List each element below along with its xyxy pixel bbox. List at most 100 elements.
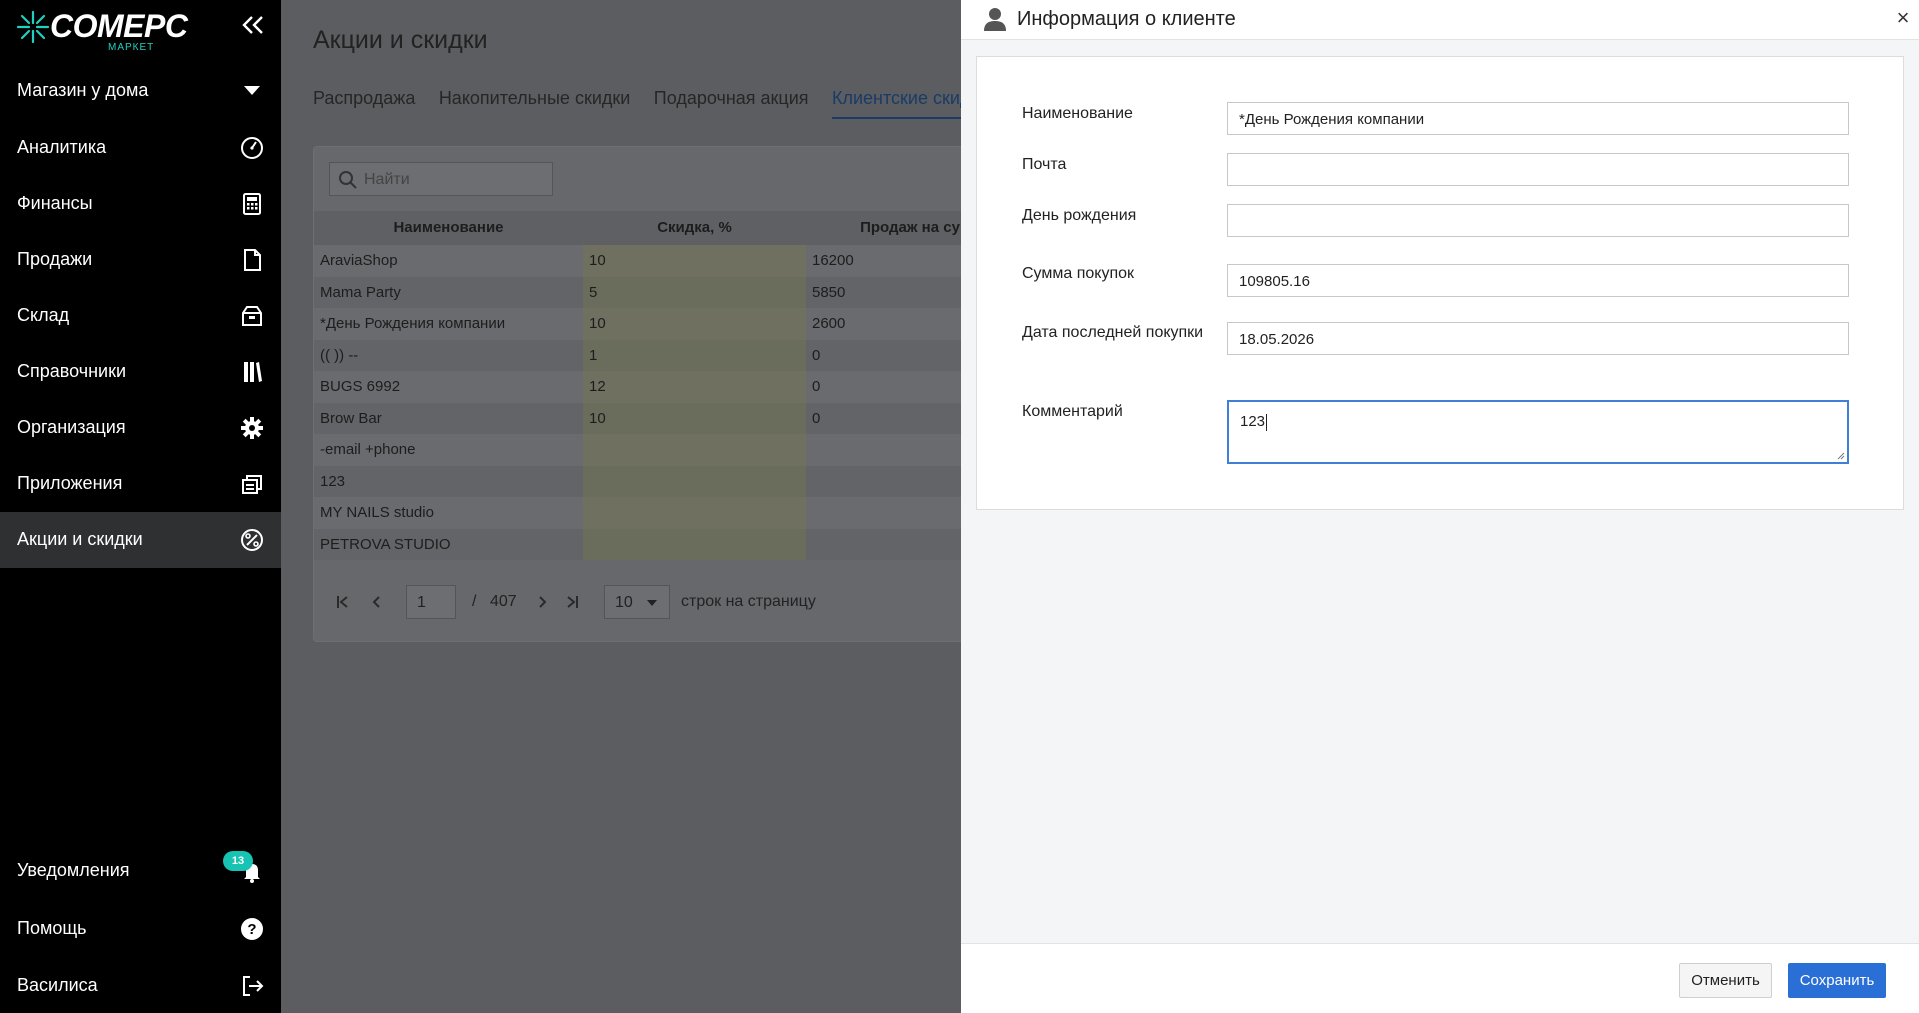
tabs: Распродажа Накопительные скидки Подарочн… — [313, 88, 1007, 119]
search-placeholder: Найти — [364, 171, 410, 188]
table-row[interactable]: Brow Bar 10 0 — [314, 402, 1014, 434]
sidebar-item-warehouse[interactable]: Склад — [0, 288, 281, 344]
search-icon — [339, 171, 357, 189]
rows-per-page-label: строк на страницу — [681, 593, 816, 610]
name-label: Наименование — [1022, 105, 1133, 122]
logout-icon — [243, 976, 264, 996]
text-cursor — [1266, 413, 1268, 431]
save-button[interactable]: Сохранить — [1788, 963, 1886, 998]
sidebar-item-promotions[interactable]: Акции и скидки — [0, 512, 281, 568]
close-icon[interactable]: × — [1893, 5, 1913, 31]
sidebar-item-user[interactable]: Василиса — [0, 958, 281, 1013]
comment-textarea[interactable]: 123 — [1227, 400, 1849, 464]
resize-grip-icon[interactable] — [1837, 452, 1845, 460]
column-header-name[interactable]: Наименование — [314, 219, 583, 236]
table-row[interactable]: MY NAILS studio — [314, 497, 1014, 529]
cell-sales: 16200 — [812, 252, 854, 269]
svg-text:?: ? — [247, 921, 256, 938]
cell-name: 123 — [320, 472, 346, 490]
table-row[interactable]: -email +phone — [314, 434, 1014, 466]
cell-discount[interactable]: 10 — [589, 410, 606, 427]
cell-sales: 5850 — [812, 283, 846, 301]
page-separator: / — [472, 593, 477, 610]
sidebar-item-apps[interactable]: Приложения — [0, 456, 281, 512]
modal-header: Информация о клиенте × — [961, 0, 1919, 40]
cell-sales: 0 — [812, 378, 821, 395]
cell-name: -email +phone — [320, 441, 416, 458]
prev-page-icon[interactable] — [370, 595, 384, 609]
discounts-panel: Найти Наименование Скидка, % Продаж на с… — [313, 146, 1014, 642]
cell-name: *День Рождения компании — [320, 315, 506, 332]
sidebar-item-sales[interactable]: Продажи — [0, 232, 281, 288]
search-input[interactable]: Найти — [329, 162, 553, 196]
sidebar-item-label: Помощь — [17, 918, 87, 938]
sidebar-item-organization[interactable]: Организация — [0, 400, 281, 456]
comment-label: Комментарий — [1022, 403, 1123, 420]
birthday-field[interactable] — [1227, 204, 1849, 237]
first-page-icon[interactable] — [336, 595, 350, 609]
tab-cumulative-discounts[interactable]: Накопительные скидки — [439, 88, 631, 117]
cell-discount[interactable]: 12 — [589, 378, 606, 395]
pagination: 1 / 407 10 строк на страницу — [314, 583, 1014, 623]
table-row[interactable]: (( )) -- 1 0 — [314, 339, 1014, 371]
sidebar-item-help[interactable]: Помощь ? — [0, 901, 281, 957]
name-field[interactable]: *День Рождения компании — [1227, 102, 1849, 135]
last-page-icon[interactable] — [565, 595, 579, 609]
cell-discount[interactable]: 10 — [589, 315, 606, 332]
email-label: Почта — [1022, 156, 1067, 173]
logo-subtitle: МАРКЕТ — [108, 42, 155, 53]
logo[interactable]: COMEPC МАРКЕТ — [16, 6, 188, 54]
total-pages: 407 — [490, 593, 517, 610]
clients-table: Наименование Скидка, % Продаж на су Arav… — [314, 211, 1014, 560]
books-icon — [244, 362, 262, 382]
last-purchase-label: Дата последней покупки — [1022, 324, 1204, 341]
collapse-sidebar-icon[interactable] — [241, 12, 265, 38]
gauge-icon — [241, 137, 263, 159]
sidebar-item-label: Аналитика — [17, 137, 107, 157]
help-icon: ? — [241, 918, 263, 940]
email-field[interactable] — [1227, 153, 1849, 186]
table-body: AraviaShop 10 16200 Mama Party 5 5850 *День … — [314, 245, 1014, 560]
table-row[interactable]: AraviaShop 10 16200 — [314, 245, 1014, 277]
modal-title: Информация о клиенте — [1017, 8, 1236, 30]
cell-sales: 0 — [812, 409, 821, 427]
table-row[interactable]: BUGS 6992 12 0 — [314, 371, 1014, 403]
modal-footer: Отменить Сохранить — [961, 943, 1919, 1013]
chevron-down-icon — [244, 86, 260, 95]
cancel-button[interactable]: Отменить — [1679, 963, 1772, 998]
notification-count-badge: 13 — [223, 851, 253, 871]
page-number-input[interactable]: 1 — [406, 585, 456, 619]
cell-name: AraviaShop — [320, 252, 398, 269]
calculator-icon — [243, 193, 261, 215]
sidebar-item-directories[interactable]: Справочники — [0, 344, 281, 400]
purchase-total-field[interactable]: 109805.16 — [1227, 264, 1849, 297]
tab-sale[interactable]: Распродажа — [313, 88, 415, 117]
sparkle-logo-icon — [16, 10, 50, 44]
table-row[interactable]: 123 — [314, 465, 1014, 497]
cell-sales: 2600 — [812, 315, 846, 332]
column-header-discount[interactable]: Скидка, % — [583, 219, 806, 236]
cell-discount[interactable]: 10 — [589, 252, 606, 269]
cell-sales: 0 — [812, 346, 821, 364]
percent-icon — [241, 529, 263, 551]
sidebar-item-analytics[interactable]: Аналитика — [0, 120, 281, 176]
tab-gift-promotion[interactable]: Подарочная акция — [654, 88, 809, 117]
next-page-icon[interactable] — [535, 595, 549, 609]
sidebar-item-label: Склад — [17, 305, 70, 325]
cell-discount[interactable]: 5 — [589, 284, 597, 301]
box-icon — [242, 306, 262, 326]
table-row[interactable]: PETROVA STUDIO — [314, 528, 1014, 560]
cell-name: PETROVA STUDIO — [320, 535, 451, 553]
sidebar-item-finance[interactable]: Финансы — [0, 176, 281, 232]
sidebar-item-label: Финансы — [17, 193, 93, 213]
sidebar-item-label: Акции и скидки — [17, 529, 143, 549]
cell-discount[interactable]: 1 — [589, 347, 597, 364]
last-purchase-field[interactable]: 18.05.2026 — [1227, 322, 1849, 355]
table-header: Наименование Скидка, % Продаж на су — [314, 211, 1014, 245]
birthday-label: День рождения — [1022, 207, 1137, 224]
table-row[interactable]: *День Рождения компании 10 2600 — [314, 308, 1014, 340]
store-selector[interactable]: Магазин у дома — [0, 68, 281, 114]
client-info-modal: Информация о клиенте × Наименование *Ден… — [961, 0, 1919, 1013]
table-row[interactable]: Mama Party 5 5850 — [314, 276, 1014, 308]
rows-per-page-select[interactable]: 10 — [604, 585, 670, 619]
